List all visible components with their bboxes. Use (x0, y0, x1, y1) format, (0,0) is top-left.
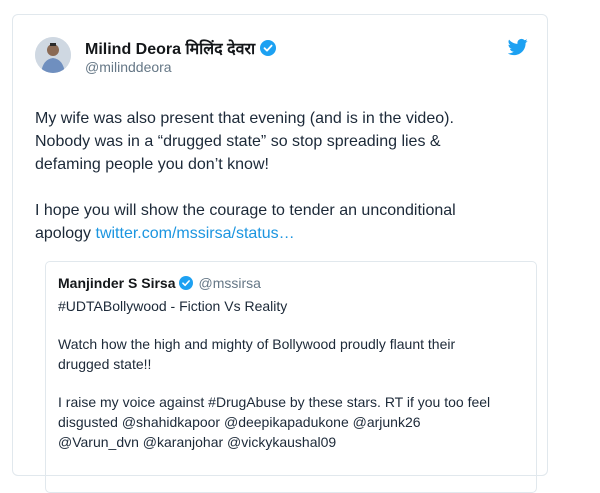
quoted-line: drugged state!! (58, 356, 152, 372)
quoted-line: I raise my voice against #DrugAbuse by t… (58, 394, 491, 410)
quoted-line: disgusted @shahidkapoor @deepikapadukone… (58, 414, 421, 430)
quoted-line: #UDTABollywood - Fiction Vs Reality (58, 298, 288, 314)
tweet-line: defaming people you don’t know! (35, 156, 269, 173)
author-handle[interactable]: @milinddeora (85, 59, 172, 75)
twitter-bird-icon[interactable] (507, 37, 528, 57)
tweet-line-with-link: apology twitter.com/mssirsa/status… (35, 222, 535, 245)
quoted-author-handle[interactable]: @mssirsa (198, 275, 260, 291)
tweet-text: My wife was also present that evening (a… (35, 107, 535, 245)
tweet-line: I hope you will show the courage to tend… (35, 202, 456, 219)
author-avatar[interactable] (35, 37, 71, 73)
author-name-row: Milind Deora मिलिंद देवरा (85, 37, 277, 59)
quoted-author-name[interactable]: Manjinder S Sirsa (58, 275, 175, 291)
verified-badge-icon (179, 276, 194, 290)
quoted-tweet-link[interactable]: twitter.com/mssirsa/status… (96, 225, 295, 242)
tweet-header: Milind Deora मिलिंद देवरा @milinddeora (35, 37, 528, 89)
quoted-tweet[interactable]: Manjinder S Sirsa @mssirsa #UDTABollywoo… (45, 261, 537, 493)
quoted-tweet-header: Manjinder S Sirsa @mssirsa (58, 274, 261, 292)
tweet-card: Milind Deora मिलिंद देवरा @milinddeora M… (12, 14, 548, 493)
verified-badge-icon (260, 40, 277, 56)
tweet-line-prefix: apology (35, 225, 96, 242)
tweet-line: Nobody was in a “drugged state” so stop … (35, 133, 441, 150)
quoted-line: Watch how the high and mighty of Bollywo… (58, 336, 456, 352)
author-name[interactable]: Milind Deora मिलिंद देवरा (85, 37, 255, 59)
tweet-line: My wife was also present that evening (a… (35, 110, 454, 127)
quoted-line: @Varun_dvn @karanjohar @vickykaushal09 (58, 434, 337, 450)
quoted-tweet-text: #UDTABollywood - Fiction Vs Reality Watc… (58, 296, 524, 452)
